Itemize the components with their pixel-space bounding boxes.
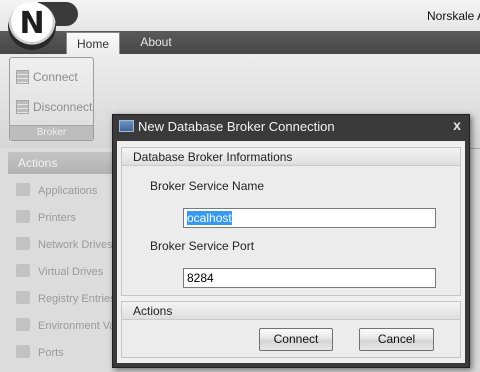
actions-header[interactable]: Actions [8, 152, 112, 174]
nav-item-label: Registry Entries [38, 293, 116, 305]
broker-info-header: Database Broker Informations [122, 148, 460, 166]
nav-item-applications[interactable]: Applications [16, 181, 97, 201]
window-title: Norskale A [427, 9, 480, 23]
nav-item-label: Printers [38, 212, 76, 224]
nav-item-ports[interactable]: Ports [16, 343, 64, 363]
dialog-body: Database Broker Informations Broker Serv… [117, 141, 465, 363]
service-port-value: 8284 [187, 271, 214, 285]
nav-item-label: Environment Va [38, 320, 116, 332]
broker-ribbon-group: Connect Disconnect Broker [9, 57, 94, 141]
disconnect-ribbon-button[interactable]: Disconnect [16, 98, 92, 116]
actions-section: Actions Connect Cancel [121, 301, 461, 358]
registry-icon [16, 291, 30, 304]
database-icon [16, 70, 29, 84]
applications-icon [16, 183, 30, 196]
service-name-label: Broker Service Name [150, 179, 265, 193]
service-name-input[interactable]: ocalhost [183, 208, 436, 228]
nav-item-virtual-drives[interactable]: Virtual Drives [16, 262, 103, 282]
disconnect-ribbon-label: Disconnect [33, 100, 93, 114]
connect-ribbon-button[interactable]: Connect [16, 68, 78, 86]
database-disconnect-icon [16, 100, 29, 114]
environment-icon [16, 318, 30, 331]
close-icon[interactable]: x [449, 117, 465, 133]
logo-letter: N [19, 6, 45, 41]
service-port-input[interactable]: 8284 [183, 268, 436, 288]
printer-icon [16, 210, 30, 223]
window-icon [119, 120, 134, 132]
tab-about[interactable]: About [128, 31, 184, 54]
port-icon [16, 345, 30, 358]
service-port-label: Broker Service Port [150, 239, 255, 253]
actions-section-header: Actions [122, 302, 460, 320]
nav-item-environment-variables[interactable]: Environment Va [16, 316, 115, 336]
nav-item-label: Ports [38, 347, 64, 359]
ribbon-tabstrip: Home About [0, 31, 480, 55]
network-drive-icon [16, 237, 30, 250]
nav-item-printers[interactable]: Printers [16, 208, 76, 228]
dialog-title: New Database Broker Connection [138, 119, 335, 134]
nav-item-label: Virtual Drives [38, 266, 104, 278]
new-broker-connection-dialog: New Database Broker Connection x Databas… [112, 114, 470, 368]
connect-button[interactable]: Connect [259, 328, 333, 351]
nav-item-network-drives[interactable]: Network Drives [16, 235, 113, 255]
ribbon-group-label: Broker [10, 125, 93, 140]
tab-home[interactable]: Home [66, 32, 120, 55]
nav-item-label: Applications [38, 185, 98, 197]
app-logo-button[interactable]: N [8, 2, 56, 50]
nav-item-registry-entries[interactable]: Registry Entries [16, 289, 116, 309]
connect-ribbon-label: Connect [33, 70, 78, 84]
broker-info-section: Database Broker Informations Broker Serv… [121, 147, 461, 296]
service-name-value: ocalhost [187, 211, 232, 225]
cancel-button[interactable]: Cancel [359, 328, 434, 351]
virtual-drive-icon [16, 264, 30, 277]
nav-item-label: Network Drives [38, 239, 113, 251]
